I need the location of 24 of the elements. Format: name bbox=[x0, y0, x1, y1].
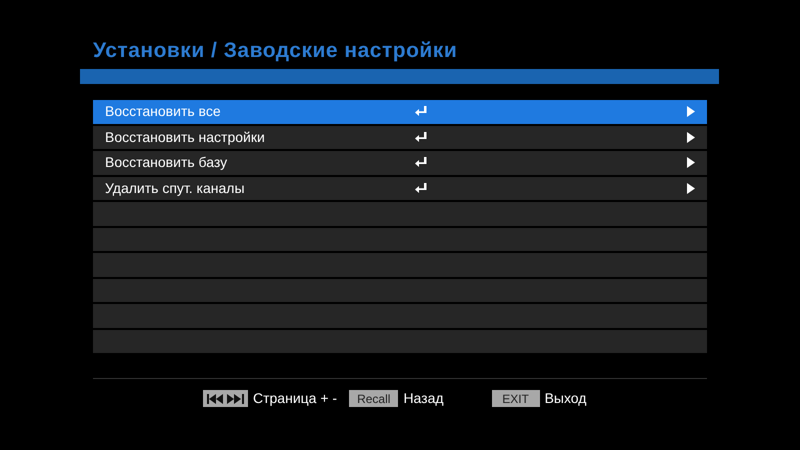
enter-icon bbox=[415, 182, 427, 194]
menu-item[interactable]: Восстановить базу bbox=[93, 151, 707, 174]
menu-item-label: Удалить спут. каналы bbox=[105, 178, 246, 198]
enter-icon bbox=[415, 157, 427, 168]
key-hint: Страница + - bbox=[253, 389, 338, 408]
key-hint: Выход bbox=[544, 389, 586, 408]
remote-key: EXIT bbox=[492, 390, 540, 407]
skip-forward-icon bbox=[227, 394, 244, 404]
menu-item[interactable]: Восстановить настройки bbox=[93, 126, 707, 149]
arrow-right-icon bbox=[687, 157, 695, 168]
enter-icon bbox=[415, 132, 427, 143]
menu-item-label: Восстановить все bbox=[105, 102, 222, 122]
arrow-right-icon bbox=[687, 182, 695, 194]
menu-item[interactable]: Восстановить все bbox=[93, 100, 707, 124]
menu-item[interactable]: Удалить спут. каналы bbox=[93, 176, 707, 200]
page-title: Установки / Заводские настройки bbox=[93, 38, 458, 64]
menu-item-label: Восстановить базу bbox=[105, 153, 228, 172]
menu-item-label: Восстановить настройки bbox=[105, 128, 266, 147]
enter-icon bbox=[415, 106, 427, 118]
key-hint: Назад bbox=[403, 389, 444, 408]
skip-back-icon bbox=[207, 394, 224, 404]
arrow-right-icon bbox=[687, 106, 695, 118]
remote-key: Recall bbox=[349, 390, 398, 407]
arrow-right-icon bbox=[687, 132, 695, 143]
